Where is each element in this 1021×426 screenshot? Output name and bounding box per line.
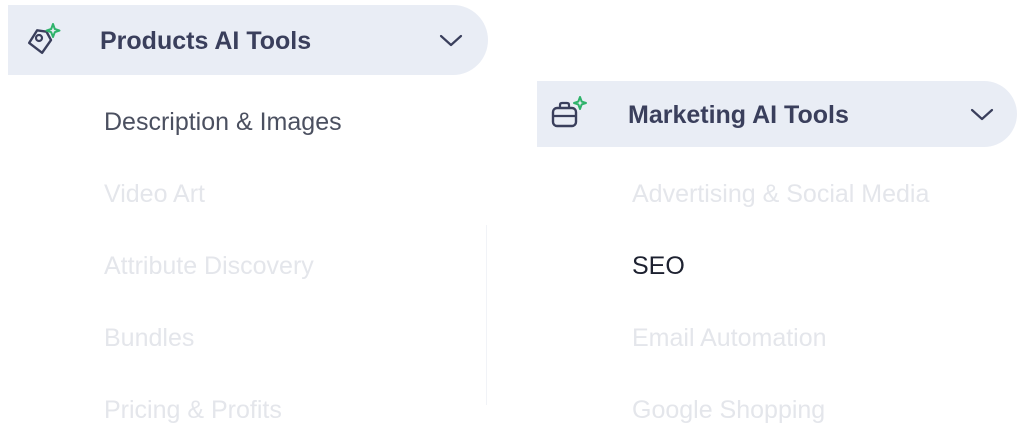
briefcase-sparkle-icon <box>549 95 589 133</box>
menu-item-pricing-profits[interactable]: Pricing & Profits <box>104 396 282 425</box>
products-ai-tools-header[interactable]: Products AI Tools <box>8 5 488 75</box>
chevron-down-icon[interactable] <box>438 31 464 51</box>
column-divider <box>486 225 487 405</box>
menu-item-bundles[interactable]: Bundles <box>104 324 194 353</box>
menu-item-attribute-discovery[interactable]: Attribute Discovery <box>104 252 314 281</box>
marketing-ai-tools-header[interactable]: Marketing AI Tools <box>537 81 1017 147</box>
tag-sparkle-icon <box>22 21 62 61</box>
menu-item-email-automation[interactable]: Email Automation <box>632 324 827 353</box>
menu-item-video-art[interactable]: Video Art <box>104 180 205 209</box>
menu-item-seo[interactable]: SEO <box>632 252 685 281</box>
menu-item-google-shopping[interactable]: Google Shopping <box>632 396 825 425</box>
menu-item-advertising-social-media[interactable]: Advertising & Social Media <box>632 180 929 209</box>
marketing-ai-tools-title: Marketing AI Tools <box>628 101 849 129</box>
products-ai-tools-title: Products AI Tools <box>100 27 312 55</box>
chevron-down-icon[interactable] <box>969 105 995 125</box>
menu-item-description-images[interactable]: Description & Images <box>104 108 342 137</box>
